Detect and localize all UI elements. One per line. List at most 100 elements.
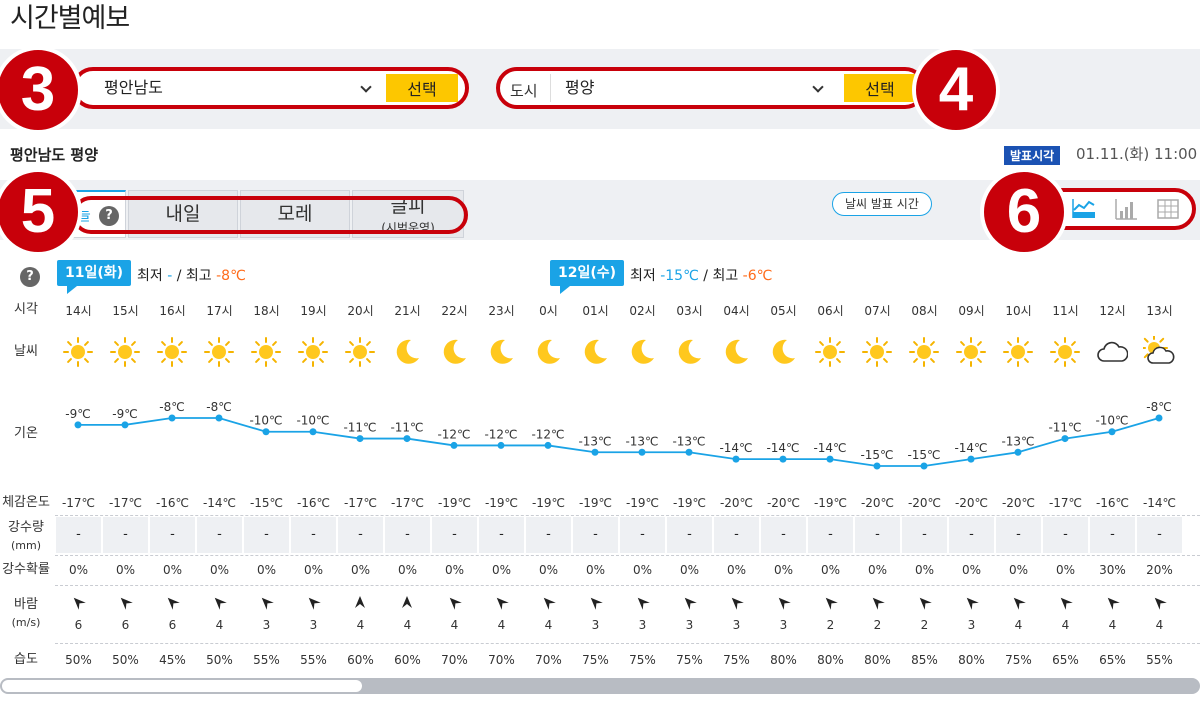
wind-direction-icon — [117, 594, 133, 614]
feels-like-value: -17℃ — [61, 496, 96, 510]
temp-point — [779, 455, 787, 463]
humidity-value: 80% — [817, 653, 844, 667]
humidity-value: 65% — [1099, 653, 1126, 667]
humidity-value: 85% — [911, 653, 938, 667]
wind-direction-icon — [164, 594, 180, 614]
sun-icon — [203, 336, 235, 368]
humidity-value: 55% — [253, 653, 280, 667]
wind-direction-icon — [634, 594, 650, 614]
wind-speed-value: 2 — [826, 618, 835, 632]
rain-value: - — [761, 517, 806, 553]
wind-speed-value: 3 — [967, 618, 976, 632]
temp-point — [121, 421, 129, 429]
sun-icon — [814, 336, 846, 368]
divider — [55, 555, 1200, 556]
humidity-value: 70% — [441, 653, 468, 667]
sun-icon — [297, 336, 329, 368]
precip-prob-value: 0% — [867, 563, 888, 577]
wind-speed-value: 3 — [262, 618, 271, 632]
wind-direction-icon — [775, 594, 791, 614]
precip-prob-value: 0% — [444, 563, 465, 577]
feels-like-value: -19℃ — [484, 496, 519, 510]
moon-icon — [767, 336, 799, 368]
wind-speed-value: 4 — [497, 618, 506, 632]
chevron-down-icon — [812, 81, 824, 93]
sun-icon — [1049, 336, 1081, 368]
wind-speed-value: 4 — [215, 618, 224, 632]
row-label-wind-unit: (m/s) — [11, 616, 41, 629]
hour-time: 10시 — [1005, 304, 1032, 318]
cloud-icon — [1096, 336, 1129, 368]
rain-value: - — [855, 517, 900, 553]
precip-prob-value: 0% — [538, 563, 559, 577]
min-label: 최저 — [630, 268, 656, 284]
rain-value: - — [902, 517, 947, 553]
feels-like-value: -19℃ — [437, 496, 472, 510]
row-label-humidity: 습도 — [14, 652, 38, 667]
hour-time: 18시 — [253, 304, 280, 318]
wind-speed-value: 4 — [450, 618, 459, 632]
hour-time: 16시 — [159, 304, 186, 318]
precip-prob-value: 20% — [1146, 563, 1173, 577]
bar-chart-icon[interactable] — [1114, 198, 1138, 220]
wind-speed-value: 4 — [356, 618, 365, 632]
hour-time: 22시 — [441, 304, 468, 318]
max-label: 최고 — [185, 268, 212, 284]
humidity-value: 80% — [958, 653, 985, 667]
city-select[interactable]: 평양 — [550, 74, 832, 102]
temp-point — [168, 414, 176, 422]
wind-direction-icon — [822, 594, 838, 614]
feels-like-value: -14℃ — [1142, 496, 1177, 510]
hour-time: 19시 — [300, 304, 327, 318]
rain-value: - — [338, 517, 383, 553]
precip-prob-value: 0% — [256, 563, 277, 577]
feels-like-value: -20℃ — [860, 496, 895, 510]
wind-direction-icon — [1010, 594, 1026, 614]
wind-direction-icon — [70, 594, 86, 614]
city-select-button[interactable]: 선택 — [844, 74, 916, 102]
temp-series-line — [78, 417, 1160, 467]
announce-time-button[interactable]: 날씨 발표 시간 — [832, 192, 932, 216]
precip-prob-value: 0% — [162, 563, 183, 577]
help-icon[interactable]: ? — [20, 267, 40, 287]
temp-label: -8℃ — [1146, 400, 1171, 414]
line-chart-icon[interactable] — [1072, 198, 1096, 220]
horizontal-scrollbar[interactable] — [0, 678, 1200, 694]
humidity-value: 55% — [300, 653, 327, 667]
rain-value: - — [620, 517, 665, 553]
sun-icon — [109, 336, 141, 368]
wind-speed-value: 3 — [732, 618, 741, 632]
rain-value: - — [291, 517, 336, 553]
table-icon[interactable] — [1156, 198, 1180, 220]
temp-label: -9℃ — [65, 407, 90, 421]
feels-like-value: -19℃ — [672, 496, 707, 510]
rain-value: - — [385, 517, 430, 553]
row-label-time: 시각 — [14, 302, 38, 317]
day-tag-12: 12일(수) — [550, 260, 625, 294]
temp-label: -15℃ — [907, 448, 940, 462]
temp-label: -13℃ — [672, 434, 705, 448]
feels-like-value: -16℃ — [296, 496, 331, 510]
temp-label: -12℃ — [531, 427, 564, 441]
province-select-button[interactable]: 선택 — [386, 74, 458, 102]
humidity-value: 75% — [676, 653, 703, 667]
hour-time: 0시 — [539, 304, 558, 318]
temp-label: -10℃ — [296, 414, 329, 428]
annotation-badge-6: 6 — [980, 168, 1068, 256]
temp-label: -14℃ — [813, 441, 846, 455]
wind-direction-icon — [446, 594, 462, 614]
min-value: -15℃ — [660, 268, 699, 284]
city-label: 도시 — [510, 82, 538, 100]
wind-speed-value: 2 — [920, 618, 929, 632]
moon-icon — [626, 336, 658, 368]
temp-label: -12℃ — [437, 427, 470, 441]
province-select[interactable]: 평안남도 — [90, 74, 380, 102]
wind-direction-icon — [681, 594, 697, 614]
scroll-thumb[interactable] — [2, 680, 362, 692]
sun-icon — [344, 336, 376, 368]
chevron-down-icon — [360, 81, 372, 93]
wind-direction-icon — [869, 594, 885, 614]
rain-value: - — [150, 517, 195, 553]
humidity-value: 75% — [629, 653, 656, 667]
temp-point — [403, 435, 411, 443]
